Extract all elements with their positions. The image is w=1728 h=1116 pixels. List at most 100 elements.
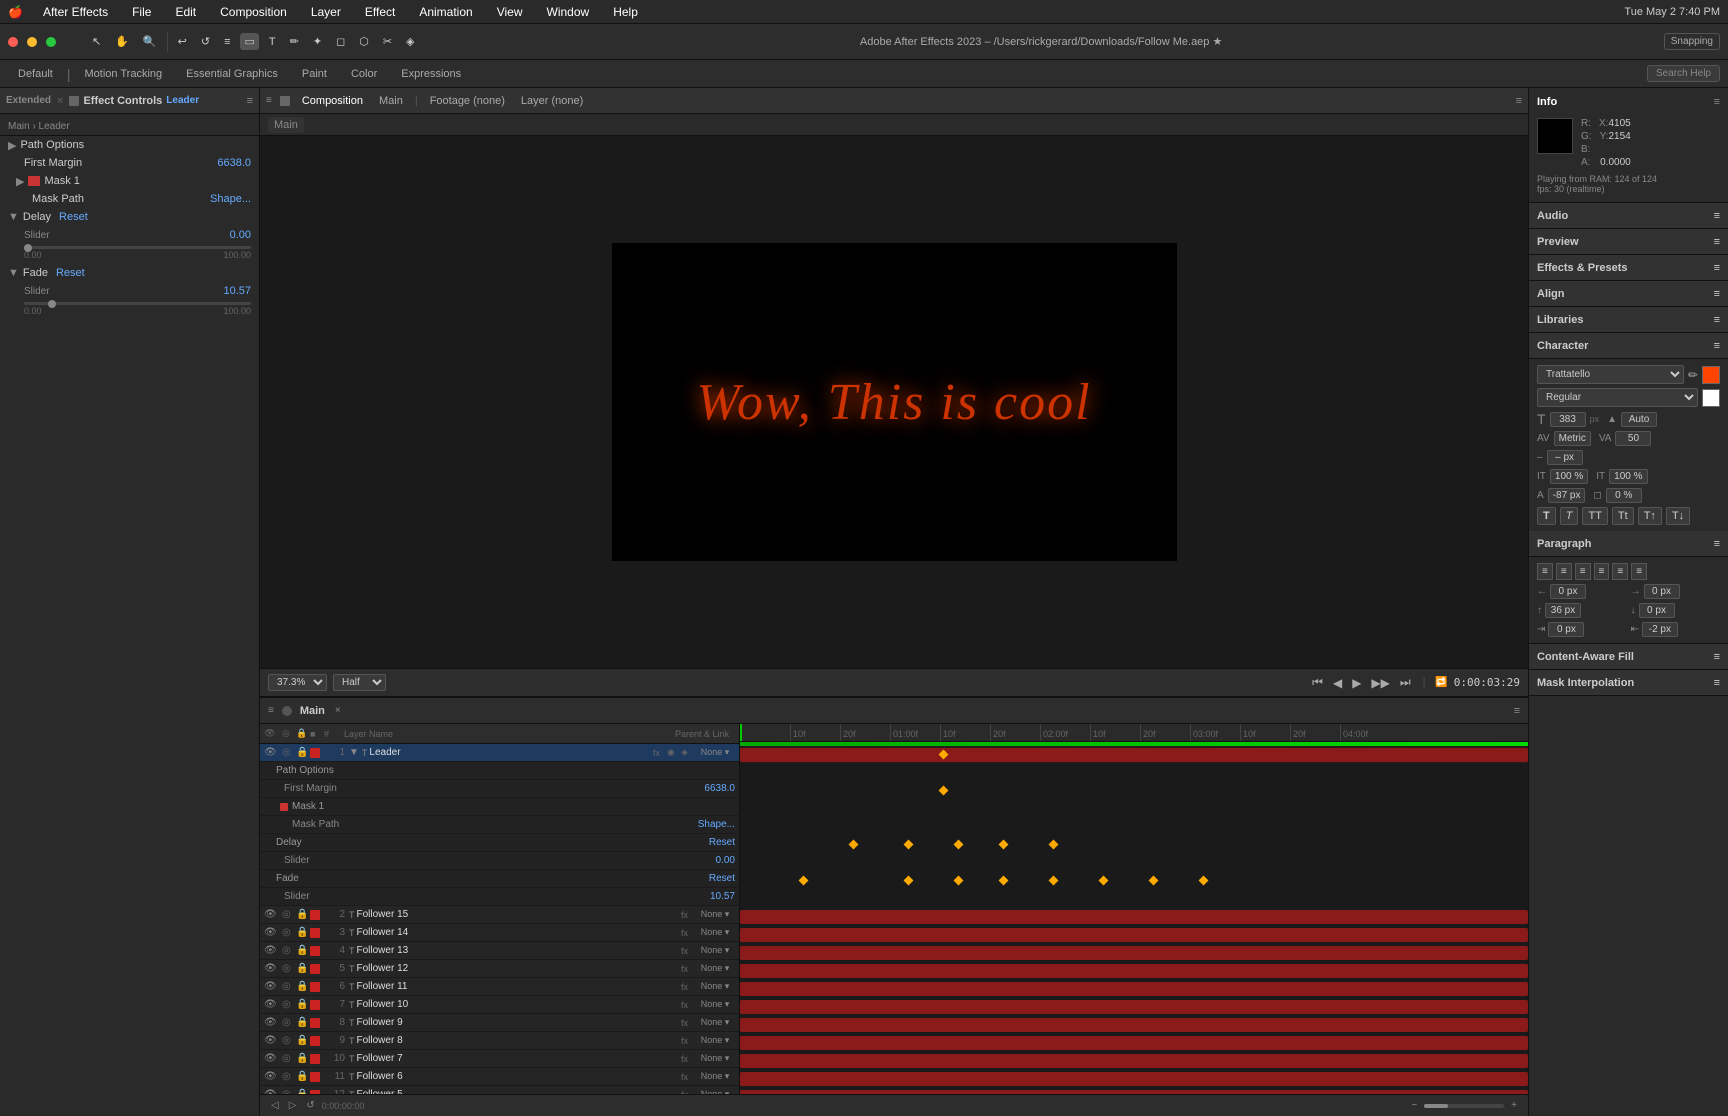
tool-stamp[interactable]: ✦ (309, 33, 326, 50)
keyframe[interactable] (954, 876, 964, 886)
layer-row[interactable]: 👁 ◎ 🔒 3 T Follower 14 fx None ▾ (260, 924, 739, 942)
menu-help[interactable]: Help (609, 5, 642, 19)
menu-window[interactable]: Window (543, 5, 594, 19)
solo-icon[interactable]: ◎ (282, 963, 296, 974)
close-icon[interactable]: × (335, 705, 341, 716)
eye-icon[interactable]: 👁 (264, 1053, 282, 1064)
layer-row[interactable]: 👁 ◎ 🔒 7 T Follower 10 fx None ▾ (260, 996, 739, 1014)
info-panel-menu[interactable]: ≡ (1714, 96, 1720, 108)
tab-composition[interactable]: Composition (298, 93, 367, 109)
tool-zoom[interactable]: 🔍 (139, 33, 161, 50)
tool-pen[interactable]: ✏ (286, 33, 303, 50)
next-frame[interactable]: ▶▶ (1369, 674, 1391, 692)
expand-arrow[interactable]: ▼ (349, 747, 359, 758)
character-section-header[interactable]: Character ≡ (1529, 333, 1728, 359)
track-bar[interactable] (740, 1072, 1528, 1086)
tracking-val[interactable]: Metric (1554, 431, 1591, 446)
align-section-header[interactable]: Align ≡ (1529, 281, 1728, 307)
keyframe[interactable] (799, 876, 809, 886)
keyframe[interactable] (999, 876, 1009, 886)
space-before-val[interactable]: 36 px (1545, 603, 1581, 618)
layer-fx-icon[interactable]: fx (653, 748, 667, 758)
tool-roto[interactable]: ⬡ (355, 33, 373, 50)
menu-aftereffects[interactable]: After Effects (39, 5, 112, 19)
font-size-val[interactable]: 383 (1550, 412, 1586, 427)
layer-row[interactable]: 👁 ◎ 🔒 6 T Follower 11 fx None ▾ (260, 978, 739, 996)
keyframe[interactable] (904, 876, 914, 886)
tsume-val[interactable]: 0 % (1606, 488, 1642, 503)
parent-value[interactable]: None ▾ (695, 999, 735, 1010)
tab-main[interactable]: Main (375, 93, 407, 109)
tl-zoom-slider[interactable] (1424, 1104, 1504, 1108)
solo-icon[interactable]: ◎ (282, 747, 296, 758)
solo-icon[interactable]: ◎ (282, 981, 296, 992)
track-bar[interactable] (740, 1054, 1528, 1068)
fade-slider-track[interactable] (24, 302, 251, 305)
leading-val[interactable]: – px (1547, 450, 1583, 465)
lock-icon[interactable]: 🔒 (296, 909, 310, 920)
snapping-toggle[interactable]: Snapping (1664, 33, 1720, 50)
ws-tab-expressions[interactable]: Expressions (391, 65, 471, 83)
layer-row[interactable]: 👁 ◎ 🔒 2 T Follower 15 fx None ▾ (260, 906, 739, 924)
bold-button[interactable]: T (1537, 507, 1556, 525)
delay-reset[interactable]: Reset (59, 211, 88, 223)
align-justify-btn[interactable]: ≡ (1594, 563, 1610, 580)
character-menu-icon[interactable]: ≡ (1714, 340, 1720, 352)
track-bar[interactable] (740, 1036, 1528, 1050)
fade-slider-sub-val[interactable]: 10.57 (710, 891, 735, 902)
tool-light[interactable]: ◈ (402, 33, 418, 50)
expand-icon[interactable]: ▶ (8, 139, 16, 152)
menu-composition[interactable]: Composition (216, 5, 291, 19)
layer-row[interactable]: 👁 ◎ 🔒 4 T Follower 13 fx None ▾ (260, 942, 739, 960)
breadcrumb-main[interactable]: Main (268, 117, 304, 133)
prev-frame[interactable]: ◀ (1331, 674, 1344, 692)
track-bar[interactable] (740, 1000, 1528, 1014)
menu-file[interactable]: File (128, 5, 155, 19)
smallcaps-button[interactable]: Tt (1612, 507, 1634, 525)
layer-fx-icon[interactable]: fx (681, 1018, 695, 1028)
layer-row[interactable]: 👁 ◎ 🔒 10 T Follower 7 fx None ▾ (260, 1050, 739, 1068)
italic-button[interactable]: T (1560, 507, 1579, 525)
align-right-btn[interactable]: ≡ (1575, 563, 1591, 580)
layer-fx-icon[interactable]: fx (681, 982, 695, 992)
mask-path-value[interactable]: Shape... (210, 193, 251, 205)
fade-expand-icon[interactable]: ▼ (8, 267, 19, 279)
track-bar[interactable] (740, 928, 1528, 942)
comp-panel-menu[interactable]: ≡ (1516, 95, 1522, 107)
layer-fx-icon[interactable]: fx (681, 946, 695, 956)
timeline-panel-menu[interactable]: ≡ (1514, 705, 1520, 717)
tool-redo[interactable]: ↺ (197, 33, 214, 50)
stroke-color-swatch[interactable] (1702, 389, 1720, 407)
align-justify-last-btn[interactable]: ≡ (1612, 563, 1628, 580)
loop-icon[interactable]: 🔁 (1435, 677, 1447, 688)
parent-value[interactable]: None ▾ (695, 927, 735, 938)
tool-selection[interactable]: ↖ (88, 33, 105, 50)
menu-view[interactable]: View (493, 5, 527, 19)
libraries-section-header[interactable]: Libraries ≡ (1529, 307, 1728, 333)
content-aware-menu-icon[interactable]: ≡ (1714, 651, 1720, 663)
mask1-expand-icon[interactable]: ▶ (16, 175, 24, 188)
keyframe[interactable] (1049, 840, 1059, 850)
eye-icon[interactable]: 👁 (264, 909, 282, 920)
ws-tab-default[interactable]: Default (8, 65, 63, 83)
close-button[interactable] (8, 37, 18, 47)
keyframe[interactable] (999, 840, 1009, 850)
tl-zoom-in[interactable]: + (1508, 1099, 1520, 1112)
ws-tab-paint[interactable]: Paint (292, 65, 337, 83)
scale-v-val[interactable]: 100 % (1609, 469, 1647, 484)
layer-mo-icon[interactable]: ◈ (681, 747, 695, 758)
delay-slider-track[interactable] (24, 246, 251, 249)
paragraph-section-header[interactable]: Paragraph ≡ (1529, 531, 1728, 557)
delay-slider-thumb[interactable] (24, 244, 32, 252)
tool-undo[interactable]: ↩ (174, 33, 191, 50)
effects-presets-menu-icon[interactable]: ≡ (1714, 262, 1720, 274)
tool-camera[interactable]: ✂ (379, 33, 396, 50)
keyframe[interactable] (939, 786, 949, 796)
lock-icon[interactable]: 🔒 (296, 963, 310, 974)
eye-icon[interactable]: 👁 (264, 945, 282, 956)
mask-interpolation-menu-icon[interactable]: ≡ (1714, 677, 1720, 689)
solo-icon[interactable]: ◎ (282, 999, 296, 1010)
track-bar-1[interactable] (740, 748, 1528, 762)
paragraph-menu-icon[interactable]: ≡ (1714, 538, 1720, 550)
space-after-val[interactable]: 0 px (1639, 603, 1675, 618)
